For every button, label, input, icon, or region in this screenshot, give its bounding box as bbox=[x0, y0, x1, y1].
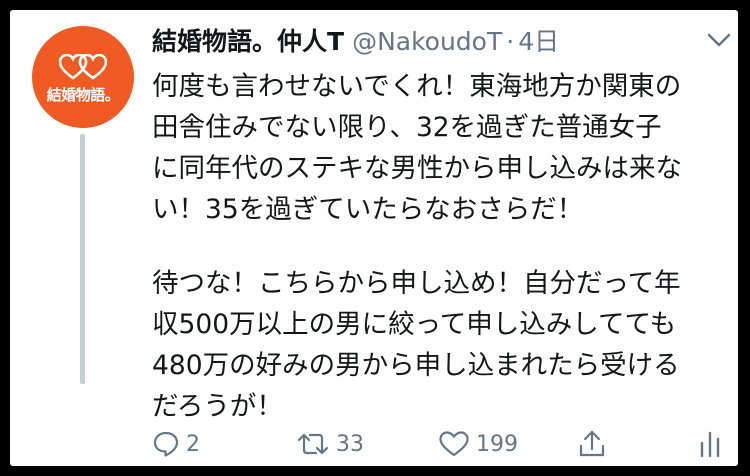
separator-dot: · bbox=[506, 27, 515, 56]
tweet-text-line: 480万の好みの男から申し込まれたら受ける bbox=[152, 350, 680, 381]
avatar-logo-text: 結婚物語。 bbox=[46, 86, 120, 104]
tweet-card: 結婚物語。 結婚物語。仲人T @NakoudoT · 4日 何度も言わせないでくれ！東… bbox=[10, 10, 738, 466]
like-button[interactable]: 199 bbox=[438, 426, 518, 462]
reply-icon bbox=[153, 431, 179, 457]
tweet-text-line: 田舎住みでない限り、32を過ぎた普通女子 bbox=[152, 112, 662, 143]
analytics-button[interactable] bbox=[698, 426, 722, 462]
timestamp[interactable]: 4日 bbox=[518, 27, 559, 56]
tweet-text-line: 収500万以上の男に絞って申し込みしてても bbox=[152, 309, 677, 340]
chevron-down-icon[interactable] bbox=[706, 30, 732, 50]
share-button[interactable] bbox=[578, 426, 606, 462]
tweet-text-line: い！35を過ぎていたらなおさらだ！ bbox=[152, 194, 584, 225]
tweet-text-line: に同年代のステキな男性から申し込みは来な bbox=[152, 153, 682, 184]
avatar[interactable]: 結婚物語。 bbox=[32, 26, 134, 128]
paragraph-break bbox=[152, 230, 730, 263]
hearts-logo-icon bbox=[59, 54, 107, 80]
analytics-icon bbox=[700, 431, 720, 458]
tweet-text: 何度も言わせないでくれ！東海地方か関東の 田舎住みでない限り、32を過ぎた普通女… bbox=[152, 66, 730, 427]
tweet-header: 結婚物語。仲人T @NakoudoT · 4日 bbox=[152, 22, 559, 62]
heart-icon bbox=[439, 431, 469, 457]
like-count: 199 bbox=[476, 431, 518, 457]
reply-count: 2 bbox=[186, 431, 200, 457]
retweet-count: 33 bbox=[336, 431, 364, 457]
reply-button[interactable]: 2 bbox=[152, 426, 200, 462]
tweet-text-line: だろうが！ bbox=[152, 391, 283, 422]
share-icon bbox=[579, 430, 605, 457]
thread-line bbox=[80, 134, 85, 384]
display-name[interactable]: 結婚物語。仲人T bbox=[152, 27, 344, 56]
tweet-text-line: 待つな！こちらから申し込め！自分だって年 bbox=[152, 268, 681, 299]
retweet-button[interactable]: 33 bbox=[296, 426, 364, 462]
user-handle[interactable]: @NakoudoT bbox=[352, 27, 502, 56]
retweet-icon bbox=[297, 433, 329, 455]
action-bar: 2 33 199 bbox=[152, 426, 730, 462]
tweet-text-line: 何度も言わせないでくれ！東海地方か関東の bbox=[152, 71, 682, 102]
